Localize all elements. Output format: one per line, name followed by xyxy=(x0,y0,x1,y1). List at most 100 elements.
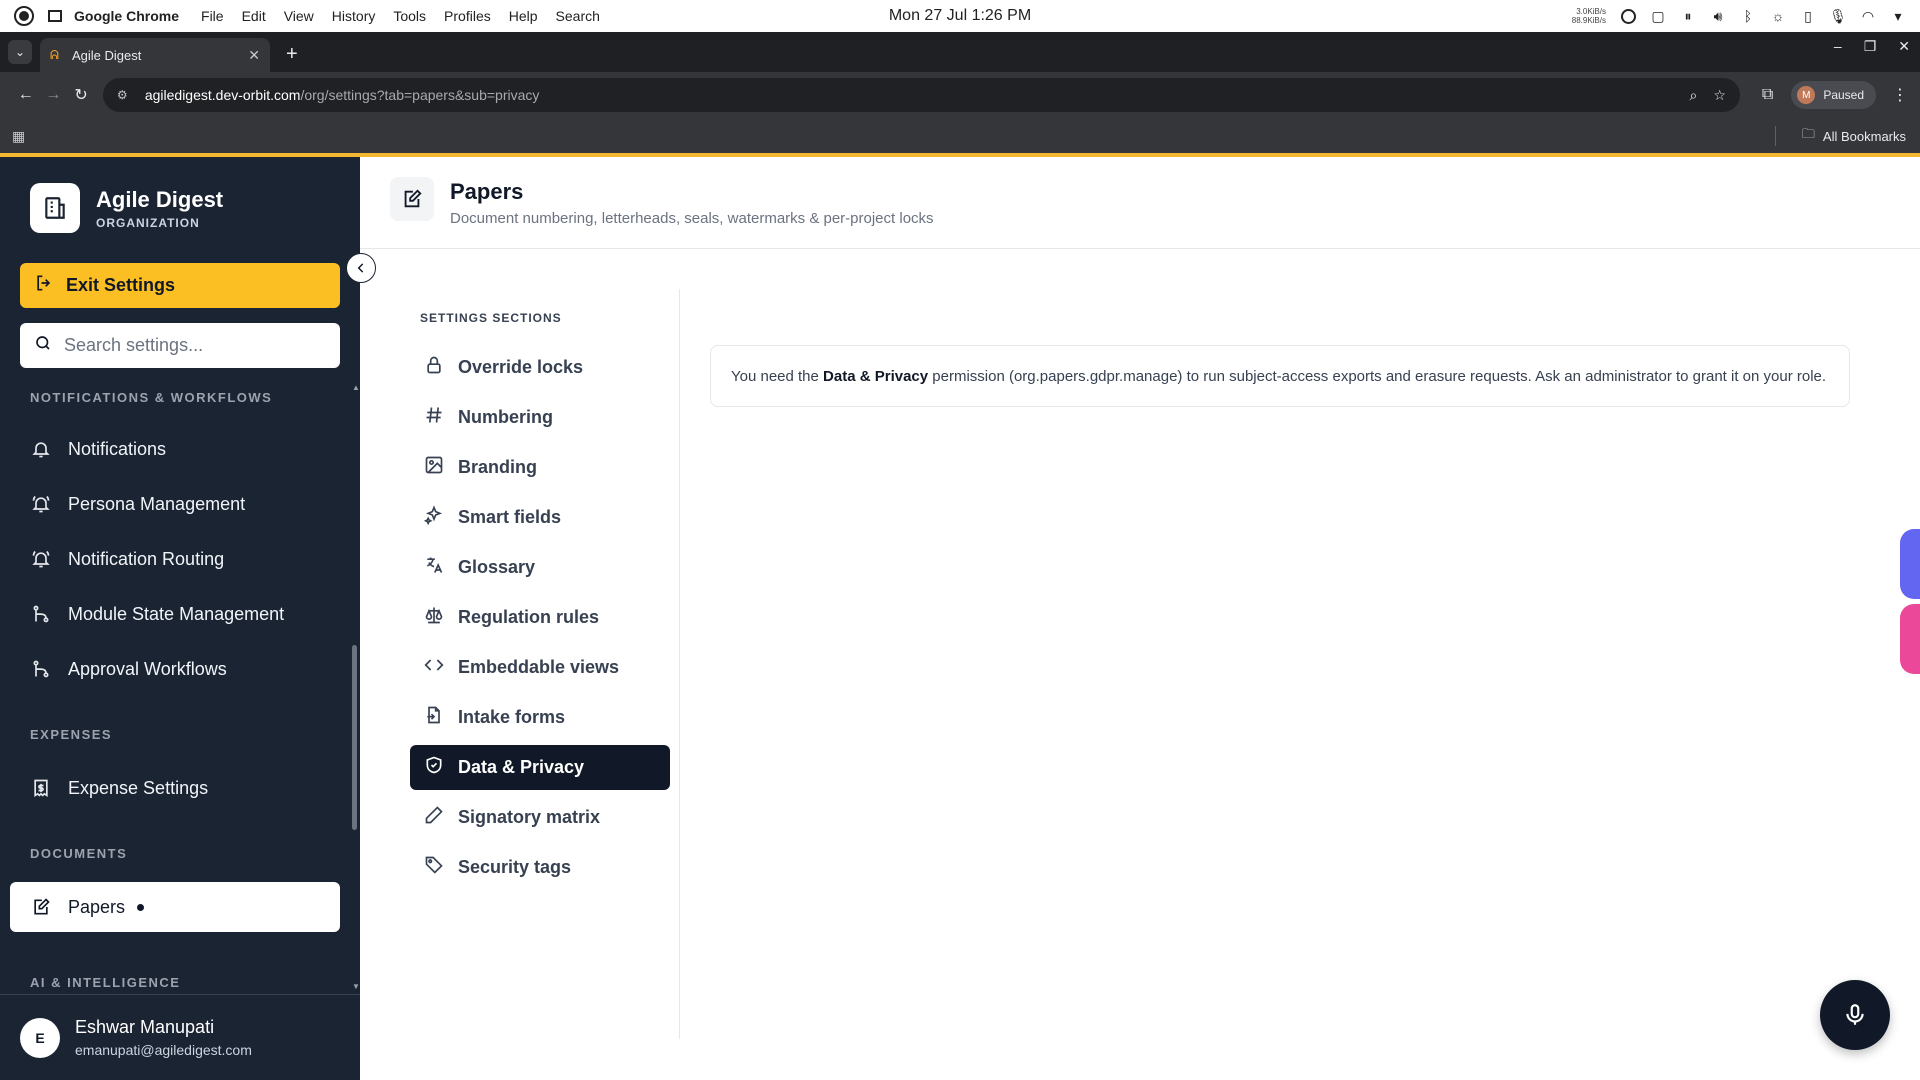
chevron-down-icon[interactable]: ▾ xyxy=(1890,8,1906,24)
os-menu-edit[interactable]: Edit xyxy=(242,8,266,24)
window-icon[interactable] xyxy=(48,10,62,22)
voice-assistant-button[interactable] xyxy=(1820,980,1890,1050)
sidebar-item-module-state-management[interactable]: Module State Management xyxy=(10,590,340,638)
brightness-icon[interactable]: ☼ xyxy=(1770,8,1786,24)
bookmarks-bar: ▦ 🗀︎ All Bookmarks xyxy=(0,118,1920,154)
back-icon[interactable]: ← xyxy=(12,86,40,104)
search-icon xyxy=(34,334,52,357)
unsaved-dot xyxy=(137,903,145,911)
sidebar-scrollbar[interactable] xyxy=(352,645,357,830)
folder-icon: 🗀︎ xyxy=(1801,126,1815,141)
section-label: Smart fields xyxy=(458,507,562,527)
os-menu-help[interactable]: Help xyxy=(509,8,538,24)
scroll-down-icon[interactable]: ▼ xyxy=(352,982,360,991)
browser-tab-active[interactable]: ᕱ Agile Digest ✕ xyxy=(40,38,270,72)
extensions-icon[interactable]: ⧉ xyxy=(1762,86,1773,104)
os-app-name[interactable]: Google Chrome xyxy=(74,8,179,24)
section-numbering[interactable]: Numbering xyxy=(410,395,670,440)
os-menu-tools[interactable]: Tools xyxy=(393,8,426,24)
os-menu-file[interactable]: File xyxy=(201,8,224,24)
section-data-privacy[interactable]: Data & Privacy xyxy=(410,745,670,790)
section-label: Glossary xyxy=(458,557,536,577)
sidebar-item-papers[interactable]: Papers xyxy=(10,882,340,932)
exit-icon xyxy=(34,273,54,298)
apps-grid-icon[interactable]: ▦ xyxy=(12,128,25,145)
section-label: Embeddable views xyxy=(458,657,620,677)
network-speed: 3.0KiB/s 88.9KiB/s xyxy=(1572,7,1606,25)
battery-icon[interactable]: ▯ xyxy=(1800,8,1816,24)
section-security-tags[interactable]: Security tags xyxy=(410,845,670,890)
section-ai-intelligence: AI & INTELLIGENCE xyxy=(30,975,181,990)
section-expenses: EXPENSES xyxy=(30,727,113,742)
restore-icon[interactable]: ❐ xyxy=(1864,38,1877,55)
tab-search-button[interactable]: ⌄ xyxy=(8,40,32,64)
section-notifications-workflows: NOTIFICATIONS & WORKFLOWS xyxy=(30,390,273,405)
favicon-icon: ᕱ xyxy=(50,47,59,62)
section-smart-fields[interactable]: Smart fields xyxy=(410,495,670,540)
all-bookmarks-button[interactable]: 🗀︎ All Bookmarks xyxy=(1802,125,1906,147)
os-clock[interactable]: Mon 27 Jul 1:26 PM xyxy=(889,7,1031,25)
reload-icon[interactable]: ↻ xyxy=(67,85,95,105)
close-window-icon[interactable]: ✕ xyxy=(1898,38,1910,55)
user-name: Eshwar Manupati xyxy=(75,1017,215,1037)
bell-icon xyxy=(30,438,52,460)
forward-icon[interactable]: → xyxy=(40,86,68,104)
sidebar-item-notifications[interactable]: Notifications xyxy=(10,425,340,473)
bluetooth-icon[interactable]: ᛒ xyxy=(1740,8,1756,24)
code-icon xyxy=(424,655,444,680)
os-menu-view[interactable]: View xyxy=(284,8,314,24)
section-glossary[interactable]: Glossary xyxy=(410,545,670,590)
clipboard-icon[interactable]: ▢ xyxy=(1650,8,1666,24)
section-embeddable-views[interactable]: Embeddable views xyxy=(410,645,670,690)
os-menu-search[interactable]: Search xyxy=(556,8,600,24)
sidebar-item-label: Notification Routing xyxy=(68,548,225,569)
floating-side-tab-purple[interactable] xyxy=(1900,529,1920,599)
microphone-tray-icon[interactable]: 🎙︎ xyxy=(1829,8,1847,24)
exit-settings-button[interactable]: Exit Settings xyxy=(20,263,340,308)
git-branch-icon xyxy=(30,603,52,625)
section-override-locks[interactable]: Override locks xyxy=(410,345,670,390)
os-menu-history[interactable]: History xyxy=(332,8,376,24)
minimize-icon[interactable]: – xyxy=(1834,38,1842,55)
section-label: Numbering xyxy=(458,407,554,427)
address-bar[interactable]: ⚙ agiledigest.dev-orbit.com/org/settings… xyxy=(102,78,1740,112)
section-signatory-matrix[interactable]: Signatory matrix xyxy=(410,795,670,840)
sidebar-item-notification-routing[interactable]: Notification Routing xyxy=(10,535,340,583)
receipt-icon xyxy=(30,777,52,799)
close-tab-icon[interactable]: ✕ xyxy=(248,47,260,64)
user-profile[interactable]: E Eshwar Manupati emanupati@agiledigest.… xyxy=(0,994,360,1080)
section-label: Regulation rules xyxy=(458,607,600,627)
net-up: 3.0KiB/s xyxy=(1576,7,1606,16)
section-regulation-rules[interactable]: Regulation rules xyxy=(410,595,670,640)
section-branding[interactable]: Branding xyxy=(410,445,670,490)
sidebar-item-approval-workflows[interactable]: Approval Workflows xyxy=(10,645,340,693)
bookmark-star-icon[interactable]: ☆ xyxy=(1713,87,1726,104)
timer-icon[interactable] xyxy=(1620,8,1636,24)
wifi-icon[interactable]: ◠ xyxy=(1860,8,1876,24)
sidebar-item-persona-management[interactable]: Persona Management xyxy=(10,480,340,528)
floating-side-tab-pink[interactable] xyxy=(1900,604,1920,674)
site-settings-icon[interactable]: ⚙ xyxy=(117,87,133,103)
search-input[interactable] xyxy=(64,335,314,356)
settings-search[interactable] xyxy=(20,323,340,368)
translate-icon xyxy=(424,555,444,580)
org-header[interactable]: Agile Digest ORGANIZATION xyxy=(30,183,223,233)
sidebar-item-expense-settings[interactable]: Expense Settings xyxy=(10,764,340,812)
profile-button[interactable]: M Paused xyxy=(1791,81,1877,109)
collapse-sidebar-button[interactable] xyxy=(346,253,376,283)
section-label: Signatory matrix xyxy=(458,807,601,827)
volume-icon[interactable]: 🔊︎ xyxy=(1710,8,1726,24)
image-icon xyxy=(424,455,444,480)
file-import-icon xyxy=(424,705,444,730)
zoom-icon[interactable]: ⌕ xyxy=(1689,87,1697,104)
browser-toolbar: ← → ↻ ⚙ agiledigest.dev-orbit.com/org/se… xyxy=(0,72,1920,118)
settings-sections-label: SETTINGS SECTIONS xyxy=(420,311,562,325)
new-tab-button[interactable]: + xyxy=(286,43,298,66)
browser-menu-icon[interactable]: ⋮ xyxy=(1892,85,1908,105)
pause-icon[interactable]: ⏸ xyxy=(1680,8,1696,24)
os-logo-icon[interactable] xyxy=(14,6,34,26)
scroll-up-icon[interactable]: ▲ xyxy=(352,383,360,392)
bell-ring-icon xyxy=(30,493,52,515)
section-intake-forms[interactable]: Intake forms xyxy=(410,695,670,740)
os-menu-profiles[interactable]: Profiles xyxy=(444,8,491,24)
